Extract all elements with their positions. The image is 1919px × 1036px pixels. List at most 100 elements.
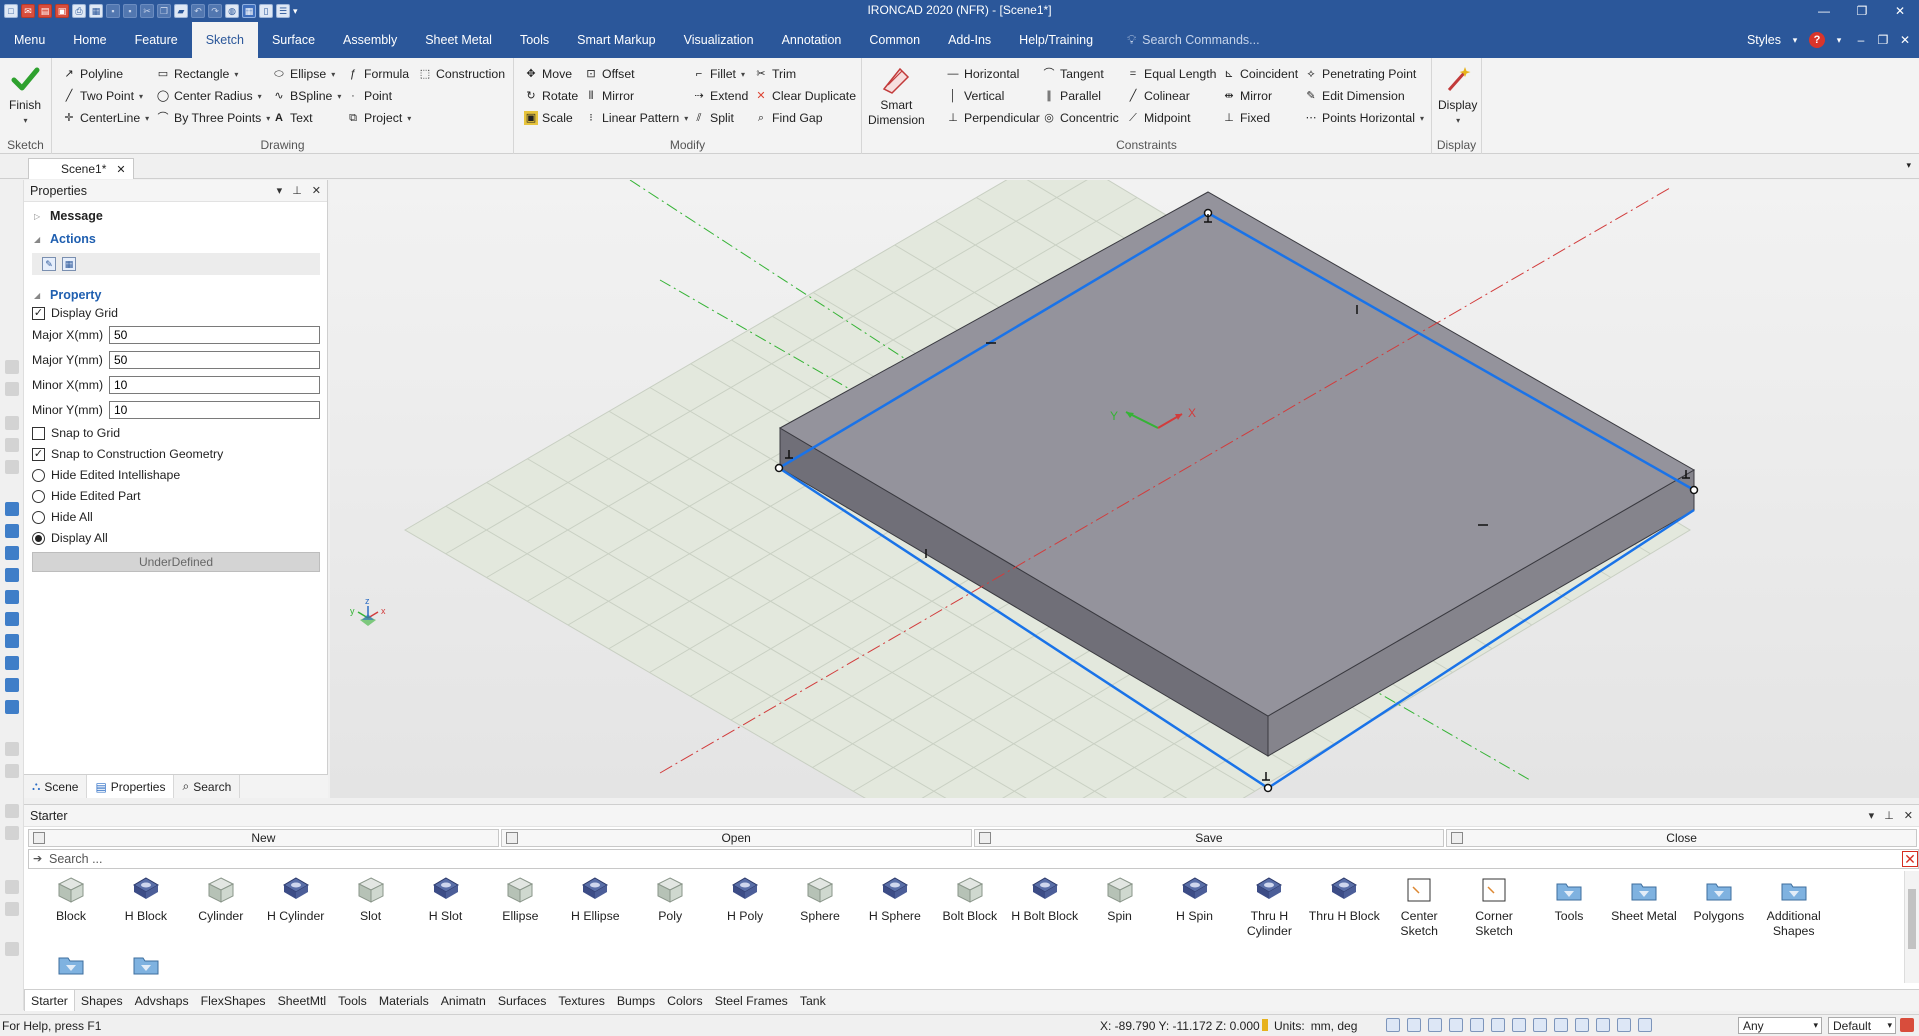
radio-hide-edited-part[interactable]: Hide Edited Part [32,487,141,505]
catalog-item[interactable]: Sheet Metal [1607,875,1681,924]
view-icon[interactable] [5,700,19,714]
checkbox-checked-icon[interactable]: ✓ [32,447,45,461]
edit-dimension-button[interactable]: ✎ Edit Dimension [1304,86,1404,106]
smart-dimension-button[interactable]: Smart Dimension [868,62,925,128]
property-section[interactable]: ◢ Property [34,288,101,302]
tab-annotation[interactable]: Annotation [768,22,856,58]
tool-icon[interactable] [5,902,19,916]
catalog-item[interactable]: H Poly [708,875,782,924]
centerline-button[interactable]: ✛ CenterLine ▾ [62,108,149,128]
catalog-item[interactable]: Center Sketch [1382,875,1456,939]
extend-button[interactable]: ⇢ Extend [692,86,748,106]
catalog-tab[interactable]: Bumps [611,990,661,1011]
catalog-tab[interactable]: Steel Frames [709,990,794,1011]
tab-smart-markup[interactable]: Smart Markup [563,22,670,58]
checkbox-checked-icon[interactable]: ✓ [32,306,45,320]
image-icon[interactable]: ▦ [89,4,103,18]
scale-button[interactable]: ▣ Scale [524,108,573,128]
catalog-item[interactable]: H Ellipse [558,875,632,924]
clear-search-icon[interactable]: ✕ [1902,851,1918,867]
radio-hide-all[interactable]: Hide All [32,508,93,526]
document-tab[interactable]: Scene1* ✕ [28,158,134,179]
sketch-vertex[interactable] [1263,783,1273,793]
catalog-item[interactable]: Ellipse [483,875,557,924]
tab-scene[interactable]: ⛬ Scene [24,775,88,798]
trim-button[interactable]: ✂ Trim [754,64,796,84]
catalog-tab[interactable]: Shapes [75,990,129,1011]
close-icon[interactable]: ✕ [1904,809,1913,822]
perpendicular-button[interactable]: ⊥ Perpendicular [946,108,1040,128]
penetrating-point-button[interactable]: ⟡ Penetrating Point [1304,64,1416,84]
tool-icon[interactable] [5,942,19,956]
print-icon[interactable]: ⎙ [72,4,86,18]
pointer-icon[interactable] [1617,1018,1631,1032]
catalog-close-button[interactable]: Close [1446,829,1917,847]
coincident-button[interactable]: ⊾ Coincident [1222,64,1298,84]
restore-icon[interactable]: ❐ [1843,0,1881,22]
parallel-button[interactable]: ∥ Parallel [1042,86,1101,106]
light-icon[interactable] [1512,1018,1526,1032]
camera-icon[interactable] [1491,1018,1505,1032]
catalog-scrollbar[interactable] [1904,871,1919,983]
view-icon[interactable] [5,656,19,670]
help-icon[interactable]: ? [1809,32,1825,48]
tool-icon[interactable] [5,382,19,396]
vertical-button[interactable]: │ Vertical [946,86,1005,106]
catalog-tab[interactable]: Surfaces [492,990,553,1011]
grid-snap-icon[interactable]: ▦ [242,4,256,18]
tangent-button[interactable]: ⌒ Tangent [1042,64,1104,84]
tab-visualization[interactable]: Visualization [670,22,768,58]
tab-common[interactable]: Common [855,22,934,58]
3d-viewport[interactable]: Y X z y x [330,180,1919,798]
tool-icon[interactable] [5,360,19,374]
search-commands[interactable]: 💡︎ Search Commands... [1127,22,1457,58]
view-icon[interactable] [5,590,19,604]
sketch-status-button[interactable]: UnderDefined [32,552,320,572]
document-icon[interactable]: ▯ [259,4,273,18]
doc-restore-icon[interactable]: ❐ [1875,32,1891,48]
ellipse-button[interactable]: ⬭ Ellipse ▾ [272,64,335,84]
catalog-item[interactable]: Block [34,875,108,924]
settings-icon[interactable] [1900,1018,1914,1032]
checkbox-unchecked-icon[interactable] [32,426,45,440]
tab-help-training[interactable]: Help/Training [1005,22,1107,58]
catalog-tab[interactable]: SheetMtl [272,990,333,1011]
move-button[interactable]: ✥ Move [524,64,572,84]
pin-icon[interactable]: ⊥ [292,184,302,197]
style-select[interactable]: Default ▾ [1828,1017,1896,1034]
catalog-search-input[interactable]: ➔ Search ... ✕ [28,849,1919,869]
doc-minimize-icon[interactable]: – [1853,32,1869,48]
midpoint-button[interactable]: ⟋ Midpoint [1126,108,1190,128]
tab-home[interactable]: Home [59,22,120,58]
radio-hide-edited-intellishape[interactable]: Hide Edited Intellishape [32,466,180,484]
view-icon[interactable] [1428,1018,1442,1032]
catalog-item[interactable]: Spin [1083,875,1157,924]
actions-section[interactable]: ◢ Actions [34,232,96,246]
bspline-button[interactable]: ∿ BSpline ▾ [272,86,341,106]
rectangle-button[interactable]: ▭ Rectangle ▾ [156,64,239,84]
undo-icon[interactable]: ↶ [191,4,205,18]
tab-menu[interactable]: Menu [0,22,59,58]
tool-icon[interactable] [5,460,19,474]
polyline-button[interactable]: ↗ Polyline [62,64,123,84]
mirror-button[interactable]: ⫴ Mirror [584,86,634,106]
zoom-fit-icon[interactable] [1407,1018,1421,1032]
globe-icon[interactable]: ◍ [225,4,239,18]
catalog-item[interactable]: Materials [34,949,108,983]
view-icon[interactable] [5,546,19,560]
finish-button[interactable]: Finish ▾ [8,62,42,128]
view-icon[interactable] [5,524,19,538]
catalog-item[interactable]: Slot [334,875,408,924]
center-radius-button[interactable]: ◯ Center Radius ▾ [156,86,262,106]
minimize-icon[interactable]: — [1805,0,1843,22]
catalog-item[interactable]: Cutting [109,949,183,983]
selection-filter-select[interactable]: Any ▾ [1738,1017,1822,1034]
tab-tools[interactable]: Tools [506,22,563,58]
catalog-item[interactable]: Cylinder [184,875,258,924]
sketch-vertex[interactable] [774,463,784,473]
catalog-open-button[interactable]: Open [500,829,972,847]
close-icon[interactable]: ✕ [1881,0,1919,22]
tab-sketch[interactable]: Sketch [191,22,258,58]
catalog-item[interactable]: Bolt Block [933,875,1007,924]
catalog-tab[interactable]: Materials [373,990,435,1011]
